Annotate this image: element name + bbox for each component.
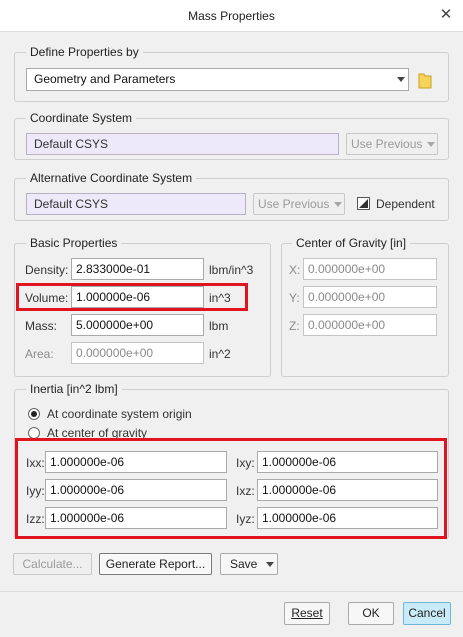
chevron-down-icon bbox=[266, 562, 274, 567]
volume-field[interactable]: 1.000000e-06 bbox=[71, 286, 204, 308]
alt-use-previous-label: Use Previous bbox=[258, 197, 330, 211]
chevron-down-icon bbox=[397, 77, 405, 82]
mass-field[interactable]: 5.000000e+00 bbox=[71, 314, 204, 336]
ixz-label: Ixz: bbox=[236, 484, 255, 498]
center-of-gravity-legend: Center of Gravity [in] bbox=[292, 236, 411, 250]
chevron-down-icon bbox=[334, 202, 342, 207]
alt-coordinate-system-field[interactable]: Default CSYS bbox=[26, 193, 246, 215]
use-previous-button: Use Previous bbox=[346, 133, 438, 155]
close-icon[interactable]: ✕ bbox=[436, 5, 456, 25]
iyz-field[interactable]: 1.000000e-06 bbox=[257, 507, 438, 529]
cog-x-label: X: bbox=[289, 263, 301, 277]
dependent-icon[interactable] bbox=[357, 197, 370, 210]
mass-label: Mass: bbox=[25, 319, 58, 333]
cog-x-field: 0.000000e+00 bbox=[303, 258, 437, 280]
ixy-label: Ixy: bbox=[236, 456, 255, 470]
mass-unit: lbm bbox=[209, 319, 229, 333]
volume-label: Volume: bbox=[25, 291, 69, 305]
volume-unit: in^3 bbox=[209, 291, 231, 305]
reset-label: Reset bbox=[291, 606, 323, 620]
izz-label: Izz: bbox=[26, 512, 45, 526]
iyz-label: Iyz: bbox=[236, 512, 255, 526]
folder-icon[interactable] bbox=[418, 71, 432, 89]
coordinate-system-legend: Coordinate System bbox=[26, 111, 137, 125]
alt-use-previous-button: Use Previous bbox=[253, 193, 345, 215]
radio-at-origin-label: At coordinate system origin bbox=[47, 407, 192, 421]
density-label: Density: bbox=[25, 263, 69, 277]
dialog-title: Mass Properties bbox=[188, 9, 275, 23]
ok-button[interactable]: OK bbox=[348, 602, 394, 625]
reset-button[interactable]: Reset bbox=[284, 602, 330, 625]
iyy-label: Iyy: bbox=[26, 484, 45, 498]
ixz-field[interactable]: 1.000000e-06 bbox=[257, 479, 438, 501]
density-unit: lbm/in^3 bbox=[209, 263, 254, 277]
density-field[interactable]: 2.833000e-01 bbox=[71, 258, 204, 280]
basic-properties-legend: Basic Properties bbox=[26, 236, 122, 250]
inertia-legend: Inertia [in^2 lbm] bbox=[26, 382, 122, 396]
save-button[interactable]: Save bbox=[220, 553, 278, 575]
cog-y-field: 0.000000e+00 bbox=[303, 286, 437, 308]
ixx-field[interactable]: 1.000000e-06 bbox=[45, 451, 227, 473]
cog-z-label: Z: bbox=[289, 319, 300, 333]
izz-field[interactable]: 1.000000e-06 bbox=[45, 507, 227, 529]
dependent-label: Dependent bbox=[376, 197, 435, 211]
chevron-down-icon bbox=[427, 142, 435, 147]
cog-z-field: 0.000000e+00 bbox=[303, 314, 437, 336]
radio-at-origin[interactable] bbox=[28, 408, 40, 420]
cog-y-label: Y: bbox=[289, 291, 300, 305]
footer-divider bbox=[0, 591, 463, 592]
define-properties-select[interactable]: Geometry and Parameters bbox=[26, 68, 409, 91]
iyy-field[interactable]: 1.000000e-06 bbox=[45, 479, 227, 501]
calculate-button: Calculate... bbox=[13, 553, 92, 575]
generate-report-button[interactable]: Generate Report... bbox=[99, 553, 212, 575]
define-properties-legend: Define Properties by bbox=[26, 45, 143, 59]
area-label: Area: bbox=[25, 347, 54, 361]
cancel-button[interactable]: Cancel bbox=[403, 602, 451, 625]
alt-coordinate-system-legend: Alternative Coordinate System bbox=[26, 171, 197, 185]
ixx-label: Ixx: bbox=[26, 456, 45, 470]
area-unit: in^2 bbox=[209, 347, 231, 361]
coordinate-system-field[interactable]: Default CSYS bbox=[26, 133, 339, 155]
ixy-field[interactable]: 1.000000e-06 bbox=[257, 451, 438, 473]
save-label: Save bbox=[230, 557, 258, 571]
area-field: 0.000000e+00 bbox=[71, 342, 204, 364]
define-properties-value: Geometry and Parameters bbox=[34, 72, 176, 86]
use-previous-label: Use Previous bbox=[351, 137, 423, 151]
